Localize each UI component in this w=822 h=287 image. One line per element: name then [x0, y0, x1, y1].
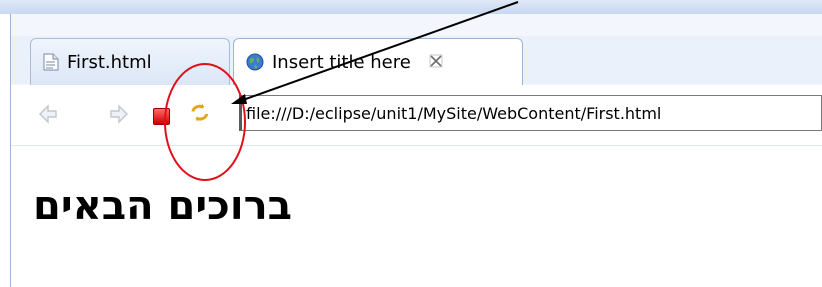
annotation-circle	[164, 63, 246, 181]
html-file-icon	[43, 53, 59, 71]
url-text: file:///D:/eclipse/unit1/MySite/WebConte…	[246, 103, 662, 123]
close-icon[interactable]	[429, 53, 443, 72]
globe-icon	[246, 53, 264, 71]
tab-label: First.html	[67, 51, 152, 73]
tab-insert-title-here[interactable]: Insert title here	[233, 38, 523, 85]
window-top-strip	[0, 0, 822, 14]
back-arrow-icon[interactable]	[37, 103, 59, 131]
page-heading: ברוכים הבאים	[33, 183, 293, 229]
url-input[interactable]: file:///D:/eclipse/unit1/MySite/WebConte…	[239, 95, 822, 131]
toolbar-separator	[11, 145, 822, 146]
left-margin	[0, 14, 11, 287]
tab-label: Insert title here	[272, 51, 411, 73]
forward-arrow-icon[interactable]	[108, 103, 130, 131]
